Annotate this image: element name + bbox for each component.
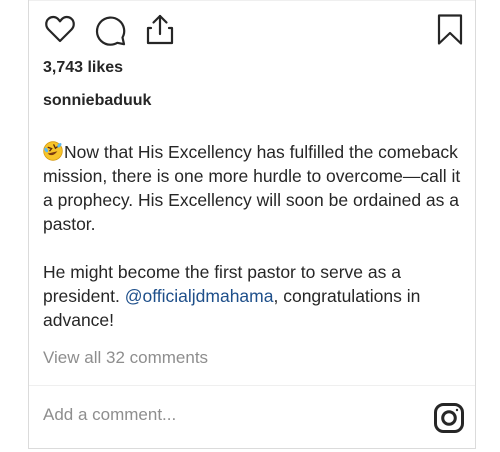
comment-divider bbox=[29, 385, 475, 386]
add-comment-input[interactable] bbox=[43, 405, 403, 425]
top-divider bbox=[29, 0, 475, 1]
rolling-on-floor-laughing-emoji-icon bbox=[43, 141, 63, 161]
heart-icon[interactable] bbox=[43, 12, 77, 46]
caption-paragraph-2: He might become the first pastor to serv… bbox=[43, 260, 463, 332]
mention-link[interactable]: @officialjdmahama bbox=[125, 286, 274, 306]
caption-paragraph-1: Now that His Excellency has fulfilled th… bbox=[43, 140, 463, 236]
likes-count[interactable]: 3,743 likes bbox=[43, 59, 123, 77]
share-icon[interactable] bbox=[143, 12, 177, 46]
bookmark-icon[interactable] bbox=[433, 12, 467, 46]
action-bar bbox=[43, 12, 463, 48]
post-author-username[interactable]: sonniebaduuk bbox=[43, 92, 151, 110]
post-card: 3,743 likes sonniebaduuk Now that His Ex… bbox=[28, 0, 476, 449]
view-all-comments-link[interactable]: View all 32 comments bbox=[43, 348, 208, 368]
caption-text-1: Now that His Excellency has fulfilled th… bbox=[43, 142, 461, 234]
post-caption: Now that His Excellency has fulfilled th… bbox=[43, 140, 463, 332]
comment-bubble-icon[interactable] bbox=[93, 12, 127, 46]
instagram-logo-icon[interactable] bbox=[433, 402, 465, 434]
